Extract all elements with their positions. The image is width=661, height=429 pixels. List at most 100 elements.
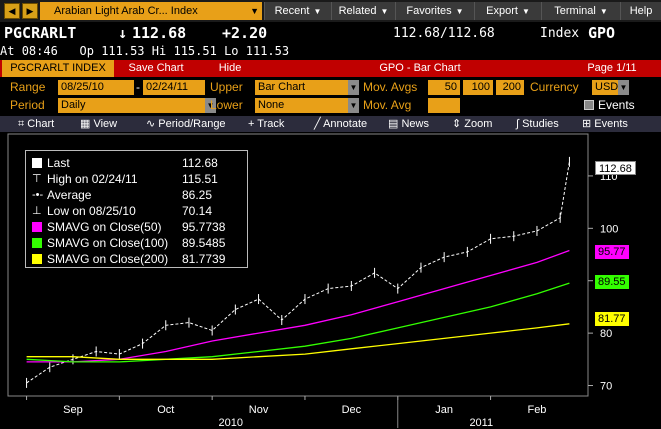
- upper-dropdown[interactable]: ▼: [348, 80, 359, 95]
- period-range-menu[interactable]: ∿ Period/Range: [146, 116, 226, 132]
- studies-icon: ∫: [516, 118, 520, 130]
- currency-label: Currency: [530, 80, 579, 94]
- legend-value: 89.5485: [182, 236, 226, 250]
- legend-label: SMAVG on Close(200): [47, 252, 169, 266]
- high-tick-icon: ⊤: [32, 173, 42, 185]
- menu-export-label: Export: [486, 5, 518, 17]
- mov-avg-field[interactable]: [428, 98, 460, 113]
- page-indicator: Page 1/11: [587, 62, 637, 74]
- legend-label: Last: [47, 156, 70, 170]
- back-button[interactable]: ◀: [4, 3, 20, 19]
- view-menu[interactable]: ▦ View: [80, 116, 117, 132]
- events-button[interactable]: ⊞ Events: [582, 116, 628, 132]
- news-label: News: [401, 118, 429, 130]
- menu-recent-label: Recent: [274, 5, 310, 17]
- low-tick-icon: ⊥: [32, 205, 42, 217]
- legend-value: 70.14: [182, 204, 213, 218]
- upper-select[interactable]: Bar Chart: [255, 80, 348, 95]
- chart-menu[interactable]: ⌗ Chart: [18, 116, 54, 132]
- lower-dropdown[interactable]: ▼: [348, 98, 359, 113]
- range-separator: -: [136, 80, 140, 94]
- menu-export[interactable]: Export ▼: [474, 2, 541, 20]
- chevron-down-icon: ▼: [380, 7, 389, 16]
- legend-item: SMAVG on Close(50) 95.7738: [32, 219, 242, 236]
- chevron-down-icon: ▼: [250, 6, 259, 16]
- ma2-field[interactable]: 100: [463, 80, 493, 95]
- open-value: 111.53: [101, 44, 145, 58]
- menu-related[interactable]: Related ▼: [331, 2, 395, 20]
- low-value: 111.53: [245, 44, 290, 58]
- menu-related-label: Related: [338, 5, 377, 17]
- currency-dropdown[interactable]: ▼: [618, 80, 629, 95]
- period-label: Period: [10, 98, 45, 112]
- legend-label: SMAVG on Close(50): [47, 220, 162, 234]
- chevron-down-icon: ▼: [619, 83, 628, 92]
- chevron-down-icon: ▼: [455, 7, 464, 16]
- time-label: At: [0, 44, 15, 58]
- sma100-value-tag: 89.55: [595, 275, 629, 289]
- x-tick-label: Jan: [435, 404, 453, 416]
- zoom-label: Zoom: [464, 118, 493, 130]
- y-tick-label: 70: [600, 381, 612, 393]
- lower-label: Lower: [210, 98, 243, 112]
- x-tick-label: Nov: [249, 404, 269, 416]
- menu-recent[interactable]: Recent ▼: [264, 2, 331, 20]
- menu-bar: ◀ ▶ Arabian Light Arab Cr... Index ▼ Rece…: [0, 0, 661, 22]
- sma50-value-tag: 95.77: [595, 245, 629, 259]
- chart-icon: ⌗: [18, 118, 25, 130]
- ticker: PGCRARLT: [4, 24, 77, 42]
- news-button[interactable]: ▤ News: [388, 116, 429, 132]
- forward-button[interactable]: ▶: [22, 3, 38, 19]
- legend-label: High on 02/24/11: [47, 172, 138, 186]
- range-end-field[interactable]: 02/24/11: [143, 80, 205, 95]
- chevron-down-icon: ▼: [349, 83, 358, 92]
- tick-down-arrow-icon: ↓: [118, 24, 128, 42]
- open-label: Op: [79, 44, 94, 58]
- view-icon: ▦: [80, 118, 91, 130]
- year-label: 2011: [469, 417, 493, 429]
- period-select[interactable]: Daily: [58, 98, 205, 113]
- legend-label: SMAVG on Close(100): [47, 236, 169, 250]
- legend-value: 95.7738: [182, 220, 226, 234]
- menu-favorites[interactable]: Favorites ▼: [395, 2, 474, 20]
- ma3-field[interactable]: 200: [496, 80, 524, 95]
- legend-item: SMAVG on Close(100) 89.5485: [32, 235, 242, 252]
- menu-terminal[interactable]: Terminal ▼: [541, 2, 620, 20]
- legend-item: ⊥ Low on 08/25/10 70.14: [32, 203, 242, 220]
- ma1-field[interactable]: 50: [428, 80, 460, 95]
- lower-select[interactable]: None: [255, 98, 348, 113]
- menu-help[interactable]: Help: [620, 2, 661, 20]
- zoom-icon: ⇕: [452, 118, 462, 130]
- security-field[interactable]: Arabian Light Arab Cr... Index ▼: [40, 2, 262, 20]
- chart-toolbar: ⌗ Chart ▦ View ∿ Period/Range + Track ╱ …: [0, 116, 661, 132]
- zoom-button[interactable]: ⇕ Zoom: [452, 116, 492, 132]
- menu-favorites-label: Favorites: [406, 5, 452, 17]
- back-arrow-icon: ◀: [8, 6, 16, 16]
- save-chart-button[interactable]: Save Chart: [118, 60, 194, 77]
- average-line-icon: -•-: [32, 189, 44, 201]
- page-title: GPO - Bar Chart: [379, 62, 461, 74]
- track-button[interactable]: + Track: [248, 116, 284, 132]
- events-icon: ⊞: [582, 118, 592, 130]
- mov-avgs-label: Mov. Avgs: [363, 80, 418, 94]
- currency-select[interactable]: USD: [592, 80, 618, 95]
- legend-item: SMAVG on Close(200) 81.7739: [32, 251, 242, 268]
- hide-button[interactable]: Hide: [200, 60, 260, 77]
- x-tick-label: Dec: [342, 404, 362, 416]
- range-start-field[interactable]: 08/25/10: [58, 80, 134, 95]
- legend-value: 81.7739: [182, 252, 226, 266]
- chart-menu-label: Chart: [27, 118, 55, 130]
- legend-value: 86.25: [182, 188, 213, 202]
- net-change: +2.20: [222, 24, 268, 42]
- legend-swatch: [32, 222, 42, 232]
- legend-item: -•- Average 86.25: [32, 187, 242, 204]
- legend-swatch: [32, 158, 42, 168]
- tab-security[interactable]: PGCRARLT INDEX: [2, 60, 114, 77]
- last-price: 112.68: [132, 24, 187, 42]
- events-checkbox[interactable]: [584, 100, 594, 110]
- ohlc-line: At 08:46 Op 111.53 Hi 115.51 Lo 111.53: [0, 44, 289, 60]
- events-toolbar-label: Events: [594, 118, 628, 130]
- annotate-button[interactable]: ╱ Annotate: [314, 116, 367, 132]
- mov-avg-label: Mov. Avg: [363, 98, 412, 112]
- studies-button[interactable]: ∫ Studies: [516, 116, 559, 132]
